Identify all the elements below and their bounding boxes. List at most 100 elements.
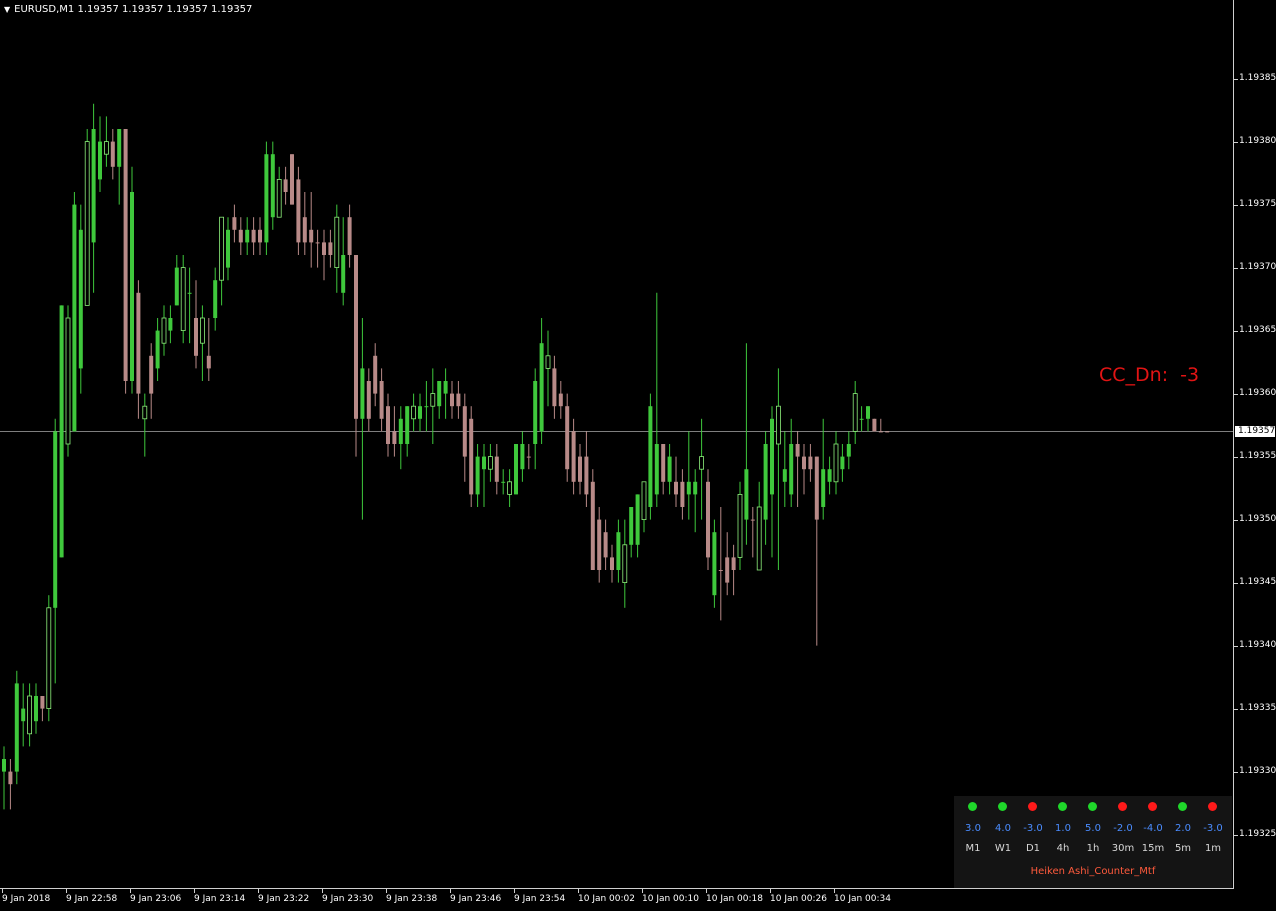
candle-body	[245, 229, 250, 243]
candle-body	[827, 469, 832, 482]
candle-body	[34, 696, 38, 722]
candle-body	[878, 431, 883, 433]
candle	[744, 343, 749, 545]
candlestick-chart[interactable]	[0, 0, 1233, 888]
candle	[174, 255, 179, 306]
candle-body	[545, 355, 551, 369]
candle	[199, 305, 205, 381]
candle	[117, 129, 122, 205]
candle-body	[654, 444, 659, 495]
candle-body	[194, 318, 198, 356]
candle	[533, 368, 538, 470]
candle	[821, 418, 826, 520]
candle	[46, 595, 52, 722]
candle	[545, 330, 551, 407]
candle	[251, 217, 256, 255]
candle-body	[514, 444, 518, 495]
time-tick	[2, 889, 3, 893]
price-tick	[1234, 267, 1238, 269]
candle-body	[366, 381, 371, 419]
price-tick	[1234, 456, 1238, 458]
candle	[737, 481, 743, 570]
candle	[142, 393, 148, 457]
candle	[501, 469, 506, 495]
candle-body	[456, 393, 461, 407]
candle-body	[526, 456, 531, 458]
candle	[206, 318, 211, 381]
candle	[712, 519, 717, 608]
candle	[123, 129, 128, 394]
candle	[635, 494, 640, 558]
candle-body	[482, 456, 486, 470]
time-tick	[130, 889, 131, 893]
candle	[571, 418, 576, 495]
down-dot-icon	[1148, 802, 1157, 811]
candle	[725, 532, 730, 596]
candle-body	[418, 406, 422, 419]
candle-body	[590, 481, 595, 570]
mtf-timeframe: M1	[965, 843, 981, 854]
price-label: 1.19345	[1239, 576, 1276, 587]
dropdown-triangle-icon[interactable]: ▼	[4, 5, 10, 15]
candle	[603, 519, 608, 570]
candle-body	[520, 444, 525, 470]
time-tick	[258, 889, 259, 893]
candle-body	[859, 418, 864, 420]
chart-title-bar: ▼ EURUSD,M1 1.19357 1.19357 1.19357 1.19…	[4, 4, 252, 15]
candle-body	[430, 393, 436, 407]
candle-body	[65, 317, 71, 445]
mtf-column-d1: -3.0 D1	[1018, 796, 1048, 856]
candle	[341, 217, 346, 306]
candle	[667, 444, 672, 495]
time-tick	[514, 889, 515, 893]
time-label: 9 Jan 23:06	[130, 894, 182, 904]
candle-body	[174, 267, 179, 306]
time-tick	[322, 889, 323, 893]
plot-area[interactable]: ▼ EURUSD,M1 1.19357 1.19357 1.19357 1.19…	[0, 0, 1234, 889]
candle	[718, 507, 723, 621]
mtf-timeframe: 1m	[1204, 843, 1222, 854]
chart-window[interactable]: ▼ EURUSD,M1 1.19357 1.19357 1.19357 1.19…	[0, 0, 1276, 911]
candle	[53, 418, 58, 684]
candle-body	[661, 444, 666, 482]
candle	[565, 393, 570, 482]
time-tick	[834, 889, 835, 893]
candle	[315, 229, 320, 268]
candle	[360, 318, 365, 520]
candle	[168, 305, 173, 344]
candle	[276, 166, 282, 218]
candle-body	[328, 242, 333, 255]
candle-body	[296, 179, 301, 243]
candle-body	[622, 544, 628, 583]
candle	[149, 343, 154, 419]
candle	[180, 255, 186, 344]
candle	[437, 381, 442, 419]
candle-body	[302, 217, 307, 243]
candle-body	[360, 368, 365, 419]
candle-body	[814, 456, 819, 520]
mtf-timeframe: D1	[1025, 843, 1041, 854]
candle	[795, 431, 800, 507]
mtf-column-4h: 1.0 4h	[1048, 796, 1078, 856]
price-tick	[1234, 645, 1238, 647]
time-label: 10 Jan 00:02	[578, 894, 635, 904]
candle-body	[46, 607, 52, 709]
candle	[827, 456, 832, 495]
candle-body	[264, 154, 269, 243]
candle	[302, 192, 307, 255]
candle-body	[91, 129, 96, 243]
candle-body	[693, 481, 698, 495]
mtf-value: 5.0	[1085, 823, 1101, 834]
candle	[706, 469, 710, 570]
candle	[475, 444, 480, 507]
price-tick	[1234, 519, 1238, 521]
price-tick	[1234, 834, 1238, 836]
candle-body	[27, 695, 33, 735]
candle	[808, 444, 813, 482]
candle-body	[149, 355, 154, 394]
candle	[462, 393, 467, 482]
candle-body	[251, 229, 256, 243]
candle-body	[802, 456, 806, 470]
time-label: 10 Jan 00:18	[706, 894, 763, 904]
candle	[680, 469, 685, 520]
